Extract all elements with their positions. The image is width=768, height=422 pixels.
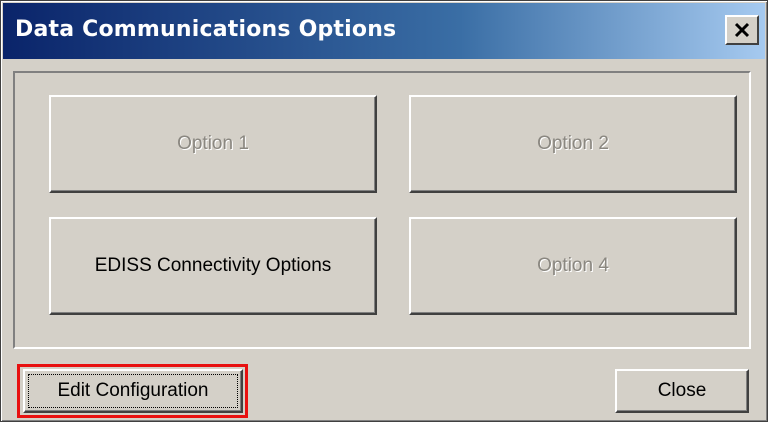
close-icon xyxy=(734,22,750,38)
edit-configuration-button[interactable]: Edit Configuration xyxy=(23,369,243,413)
option-4-label: Option 4 xyxy=(537,255,609,276)
ediss-connectivity-options-button[interactable]: EDISS Connectivity Options xyxy=(49,217,377,315)
ediss-connectivity-options-label: EDISS Connectivity Options xyxy=(94,255,332,276)
close-button[interactable]: Close xyxy=(615,369,749,413)
title-bar[interactable]: Data Communications Options xyxy=(3,3,765,59)
close-label: Close xyxy=(657,380,707,401)
options-group: Option 1 Option 2 EDISS Connectivity Opt… xyxy=(13,71,751,349)
option-4-button[interactable]: Option 4 xyxy=(409,217,737,315)
option-2-label: Option 2 xyxy=(537,133,609,154)
window-close-button[interactable] xyxy=(725,15,759,45)
option-2-button[interactable]: Option 2 xyxy=(409,95,737,193)
option-1-label: Option 1 xyxy=(177,133,249,154)
option-1-button[interactable]: Option 1 xyxy=(49,95,377,193)
dialog-window: Data Communications Options Option 1 Opt… xyxy=(0,0,768,422)
edit-configuration-label: Edit Configuration xyxy=(57,380,209,401)
window-title: Data Communications Options xyxy=(15,17,397,42)
